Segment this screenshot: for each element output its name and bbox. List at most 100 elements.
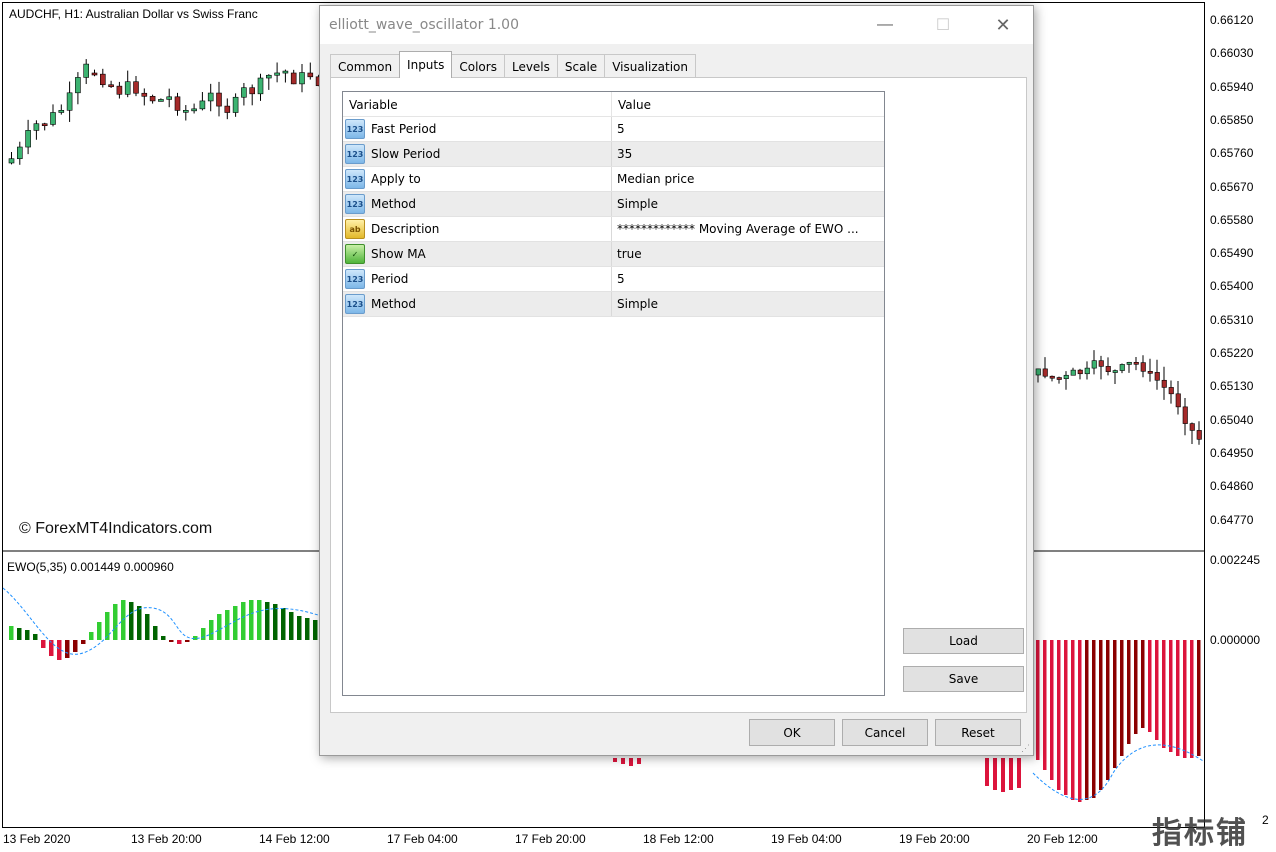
ewo-bar [1092, 640, 1096, 798]
price-tick-label: 0.65580 [1210, 212, 1254, 227]
number-type-icon: 123 [345, 144, 365, 164]
time-tick-label: 20 Feb 12:00 [1027, 832, 1098, 846]
maximize-button[interactable]: ☐ [920, 6, 966, 44]
ewo-bar [209, 620, 214, 640]
value-cell[interactable]: true [612, 242, 884, 266]
candle-body [282, 70, 289, 74]
value-cell[interactable]: 5 [612, 117, 884, 141]
ewo-bar [1120, 640, 1124, 756]
inputs-grid[interactable]: Variable Value 123 Fast Period 5 123 Slow Pe… [342, 91, 885, 696]
indicator-properties-dialog: elliott_wave_oscillator 1.00 — ☐ ✕ Commo… [319, 5, 1034, 756]
variable-name: Method [371, 297, 417, 311]
candle-body [50, 112, 56, 125]
number-type-icon: 123 [345, 294, 365, 314]
boolean-type-icon: ✓ [345, 244, 365, 264]
ewo-bar [289, 612, 294, 640]
input-row[interactable]: ✓ Show MA true [343, 242, 884, 267]
input-row[interactable]: 123 Method Simple [343, 192, 884, 217]
candle-body [133, 81, 139, 94]
input-row[interactable]: 123 Period 5 [343, 267, 884, 292]
input-row[interactable]: 123 Fast Period 5 [343, 117, 884, 142]
ewo-bar [265, 602, 270, 640]
minimize-button[interactable]: — [862, 6, 908, 44]
ewo-bar [1141, 640, 1145, 728]
candle-body [1168, 387, 1174, 395]
number-type-icon: 123 [345, 119, 365, 139]
cancel-button[interactable]: Cancel [842, 719, 928, 746]
candle-body [1063, 374, 1069, 380]
input-row[interactable]: 123 Method Simple [343, 292, 884, 317]
ewo-bar [1183, 640, 1187, 758]
value-cell[interactable]: Simple [612, 292, 884, 316]
tab-scale[interactable]: Scale [556, 54, 606, 78]
input-row[interactable]: 123 Apply to Median price [343, 167, 884, 192]
candle-body [224, 105, 231, 113]
value-cell[interactable]: 5 [612, 267, 884, 291]
candle-body [1056, 377, 1062, 380]
candle-body [1119, 364, 1125, 371]
candle-body [116, 85, 123, 95]
candle-body [17, 146, 23, 160]
close-button[interactable]: ✕ [980, 6, 1026, 44]
value-cell[interactable]: Median price [612, 167, 884, 191]
candle-body [75, 77, 81, 94]
ewo-bar [1064, 640, 1068, 795]
candle-body [166, 96, 172, 100]
candle-body [307, 72, 314, 78]
input-row[interactable]: 123 Slow Period 35 [343, 142, 884, 167]
ewo-bar [97, 622, 102, 640]
column-header-value[interactable]: Value [612, 92, 657, 117]
time-tick-label: 17 Feb 20:00 [515, 832, 586, 846]
ewo-bar [33, 634, 38, 640]
value-cell[interactable]: ************* Moving Average of EWO ... [612, 217, 884, 241]
ewo-bar [1009, 758, 1013, 790]
candle-body [174, 96, 181, 111]
number-type-icon: 123 [345, 194, 365, 214]
candle-body [141, 92, 148, 97]
tab-levels[interactable]: Levels [503, 54, 558, 78]
tab-visualization[interactable]: Visualization [604, 54, 696, 78]
price-tick-label: 0.65310 [1210, 312, 1254, 327]
ewo-bar [985, 758, 989, 786]
candle-body [100, 73, 106, 86]
variable-name: Slow Period [371, 147, 441, 161]
ewo-bar [201, 628, 206, 640]
grid-header: Variable Value [343, 92, 884, 117]
value-cell[interactable]: Simple [612, 192, 884, 216]
column-header-variable[interactable]: Variable [343, 92, 612, 117]
tab-common[interactable]: Common [330, 54, 401, 78]
reset-button[interactable]: Reset [935, 719, 1021, 746]
input-row[interactable]: ab Description ************* Moving Averag… [343, 217, 884, 242]
ewo-bar [1017, 758, 1021, 788]
ewo-bar [137, 606, 142, 640]
ewo-bar [1169, 640, 1173, 752]
tab-colors[interactable]: Colors [451, 54, 505, 78]
price-tick-label: 0.66030 [1210, 46, 1254, 61]
dialog-titlebar[interactable]: elliott_wave_oscillator 1.00 — ☐ ✕ [320, 6, 1033, 44]
candle-body [249, 87, 255, 95]
ewo-bar [1113, 640, 1117, 768]
candle-body [1091, 360, 1097, 369]
candle-body [58, 110, 65, 113]
price-tick-label: 0.66120 [1210, 13, 1254, 27]
ewo-bar [225, 610, 230, 640]
ewo-bar [9, 626, 14, 640]
candle-body [41, 123, 48, 127]
value-cell[interactable]: 35 [612, 142, 884, 166]
load-button[interactable]: Load [903, 628, 1024, 654]
variable-cell: 123 Fast Period [343, 117, 612, 141]
candle-body [124, 81, 131, 95]
ok-button[interactable]: OK [749, 719, 835, 746]
ewo-bar [249, 600, 254, 640]
price-tick-label: 0.65760 [1210, 146, 1254, 161]
variable-name: Fast Period [371, 122, 437, 136]
save-button[interactable]: Save [903, 666, 1024, 692]
price-tick-label: 0.64950 [1210, 445, 1254, 460]
time-tick-label: 14 Feb 12:00 [259, 832, 330, 846]
ewo-bar [1127, 640, 1131, 744]
resize-grip-icon[interactable]: ⋰ [1021, 743, 1031, 753]
candle-body [66, 92, 73, 111]
tab-inputs[interactable]: Inputs [399, 51, 453, 78]
ewo-bar [241, 602, 246, 640]
candle-body [1189, 423, 1195, 431]
